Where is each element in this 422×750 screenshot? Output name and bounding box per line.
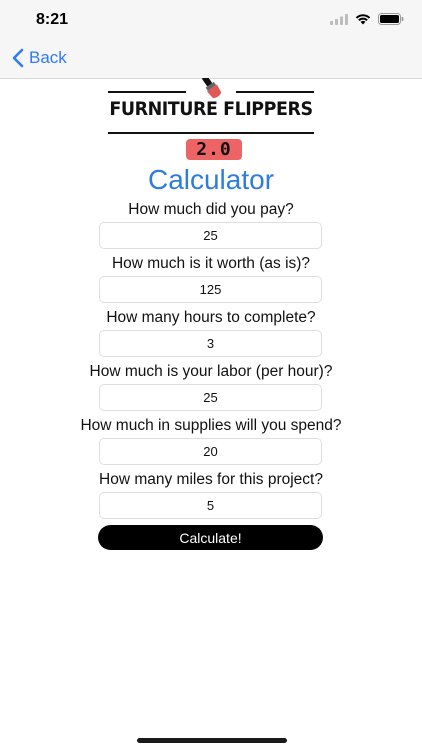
field-label-miles: How many miles for this project? bbox=[99, 471, 323, 488]
page-title: Calculator bbox=[147, 164, 275, 195]
battery-icon bbox=[378, 13, 404, 25]
labor-rate-input[interactable] bbox=[99, 384, 322, 411]
miles-input[interactable] bbox=[99, 492, 322, 519]
field-label-hours: How many hours to complete? bbox=[106, 309, 316, 326]
back-label: Back bbox=[29, 48, 67, 67]
logo-title: FURNITURE FLIPPERS bbox=[109, 98, 313, 120]
nav-bar: Back bbox=[0, 40, 422, 79]
status-bar: 8:21 bbox=[0, 0, 422, 40]
chevron-left-icon bbox=[12, 48, 24, 68]
version-badge: 2.0 bbox=[186, 139, 242, 160]
supplies-input[interactable] bbox=[99, 438, 322, 465]
status-icons bbox=[330, 13, 404, 25]
back-button[interactable]: Back bbox=[12, 48, 67, 68]
status-time: 8:21 bbox=[36, 11, 69, 28]
wifi-icon bbox=[355, 14, 371, 25]
field-label-price-paid: How much did you pay? bbox=[128, 201, 294, 218]
cellular-signal-icon bbox=[330, 13, 348, 25]
home-indicator[interactable] bbox=[137, 738, 287, 743]
app-logo: FURNITURE FLIPPERS 2.0 bbox=[100, 78, 322, 162]
calculate-button[interactable]: Calculate! bbox=[98, 525, 323, 550]
field-label-supplies: How much in supplies will you spend? bbox=[80, 417, 342, 434]
hours-input[interactable] bbox=[99, 330, 322, 357]
worth-input[interactable] bbox=[99, 276, 322, 303]
price-paid-input[interactable] bbox=[99, 222, 322, 249]
field-label-worth: How much is it worth (as is)? bbox=[111, 255, 311, 272]
field-label-labor-rate: How much is your labor (per hour)? bbox=[89, 363, 333, 380]
